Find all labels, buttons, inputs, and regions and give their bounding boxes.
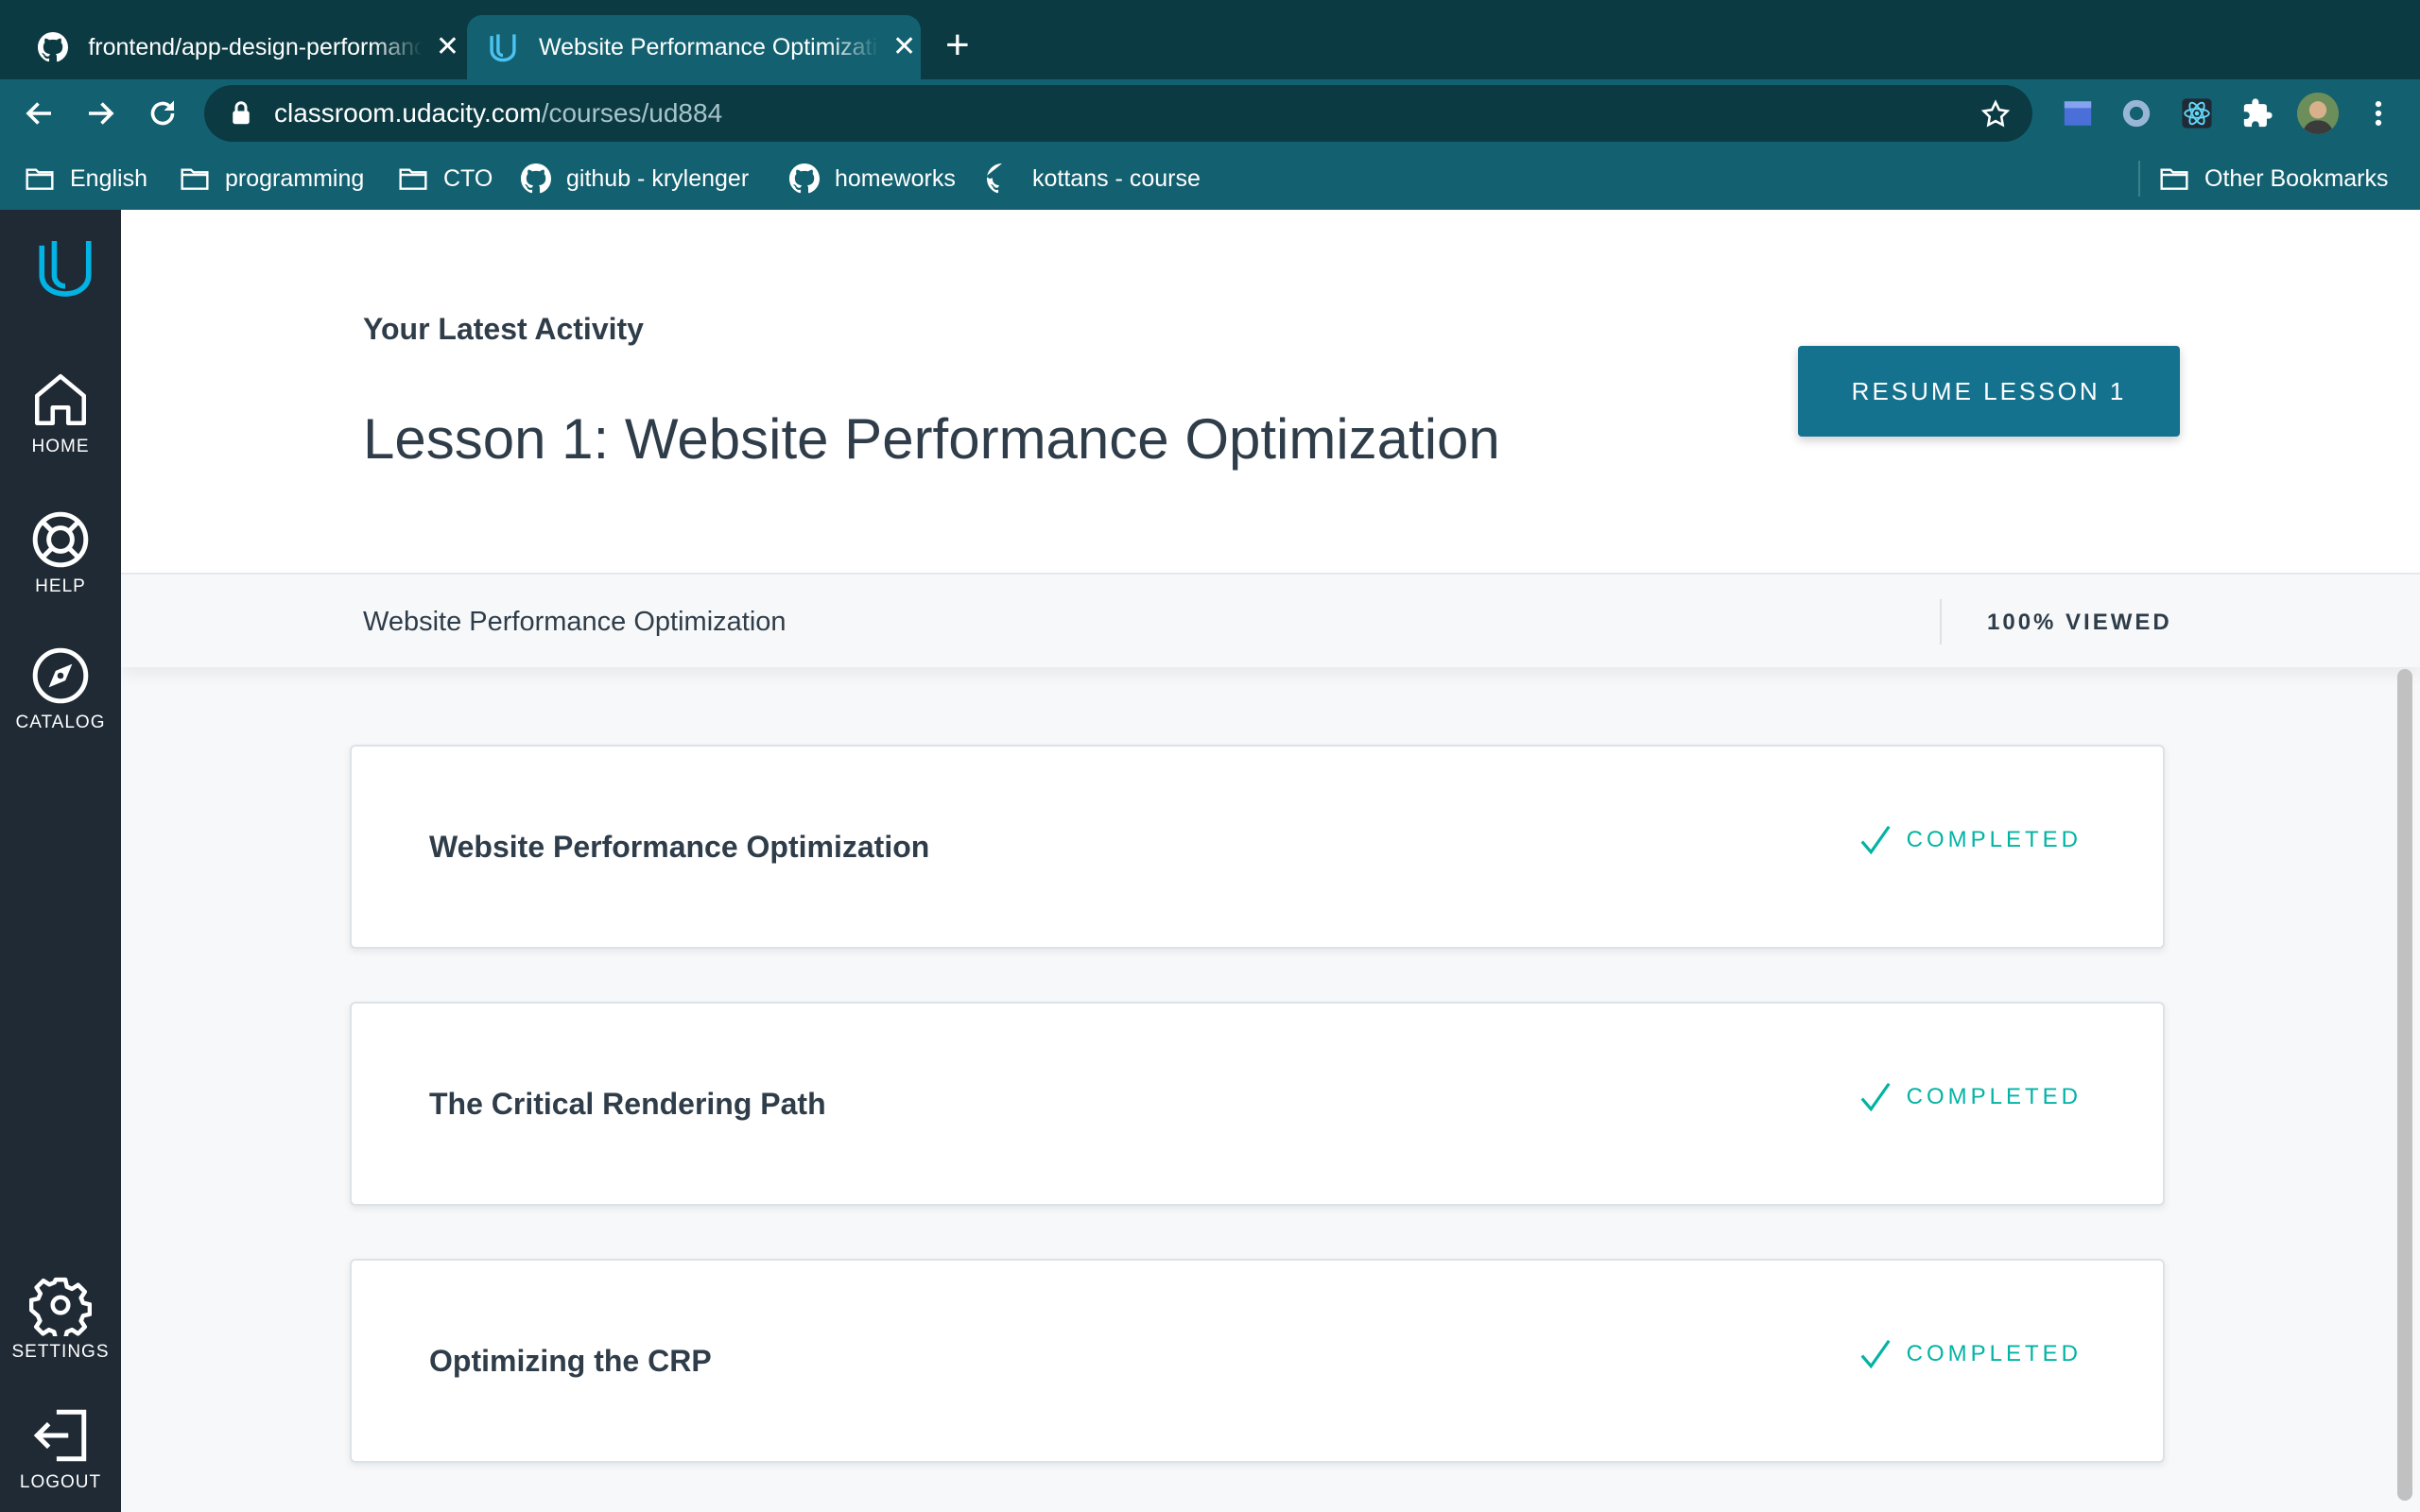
browser-tab-strip: frontend/app-design-performance ✕ Websit… <box>0 0 2420 79</box>
forward-arrow-icon[interactable] <box>79 93 121 134</box>
concept-card[interactable]: The Critical Rendering Path COMPLETED <box>350 1002 2165 1206</box>
lesson-page: Your Latest Activity Lesson 1: Website P… <box>121 210 2420 1512</box>
browser-toolbar: classroom.udacity.com/courses/ud884 <box>0 79 2420 147</box>
sidebar-item-home[interactable]: HOME <box>0 369 121 457</box>
bookmarks-bar: English programming CTO github - kryleng… <box>0 147 2420 210</box>
sidebar-item-catalog[interactable]: CATALOG <box>0 644 121 733</box>
completed-status: COMPLETED <box>1858 1079 2082 1115</box>
profile-avatar[interactable] <box>2297 93 2339 134</box>
close-tab-icon[interactable]: ✕ <box>892 33 916 61</box>
github-icon <box>789 163 820 194</box>
bookmark-label: English <box>70 164 147 192</box>
viewed-progress-label: 100% VIEWED <box>1987 610 2172 635</box>
latest-activity-label: Your Latest Activity <box>363 312 644 346</box>
tab-title: Website Performance Optimization <box>539 33 879 60</box>
sidebar-label: SETTINGS <box>11 1342 110 1362</box>
status-label: COMPLETED <box>1906 1341 2082 1366</box>
browser-tab-udacity[interactable]: Website Performance Optimization ✕ <box>467 15 921 79</box>
extension-blue-icon[interactable] <box>2059 94 2097 132</box>
tab-title: frontend/app-design-performance <box>88 33 423 60</box>
concept-card[interactable]: Website Performance Optimization COMPLET… <box>350 745 2165 949</box>
compass-icon <box>32 647 89 704</box>
lesson-title: Lesson 1: Website Performance Optimizati… <box>363 407 1500 471</box>
lesson-subheader: Website Performance Optimization 100% VI… <box>121 573 2420 667</box>
checkmark-icon <box>1860 1339 1891 1369</box>
folder-icon <box>180 163 210 194</box>
extensions-puzzle-icon[interactable] <box>2238 94 2276 132</box>
react-devtools-icon[interactable] <box>2178 94 2216 132</box>
checkmark-icon <box>1860 1082 1891 1112</box>
help-lifebuoy-icon <box>32 511 89 568</box>
sidebar-label: HELP <box>35 576 86 596</box>
github-icon <box>987 163 1017 194</box>
bookmark-label: kottans - course <box>1032 164 1201 192</box>
folder-icon <box>2159 163 2189 194</box>
status-label: COMPLETED <box>1906 1084 2082 1109</box>
status-label: COMPLETED <box>1906 827 2082 852</box>
concept-title: Website Performance Optimization <box>429 830 930 864</box>
bookmark-label: homeworks <box>835 164 956 192</box>
bookmark-programming[interactable]: programming <box>180 147 364 210</box>
folder-icon <box>398 163 428 194</box>
extension-circle-icon[interactable] <box>2118 94 2155 132</box>
url-path: /courses/ud884 <box>541 98 723 128</box>
page-scrollbar[interactable] <box>2397 669 2412 1501</box>
sidebar-label: HOME <box>31 437 90 456</box>
home-icon <box>34 373 87 426</box>
bookmark-cto[interactable]: CTO <box>398 147 493 210</box>
udacity-icon <box>486 30 520 64</box>
bookmark-kottans-course[interactable]: kottans - course <box>987 147 1201 210</box>
address-bar[interactable]: classroom.udacity.com/courses/ud884 <box>204 85 2032 142</box>
other-bookmarks-label: Other Bookmarks <box>2204 164 2389 192</box>
bookmark-label: github - krylenger <box>566 164 750 192</box>
sidebar-item-help[interactable]: HELP <box>0 508 121 597</box>
github-icon <box>36 30 69 64</box>
bookmark-star-icon[interactable] <box>1979 98 2012 130</box>
github-icon <box>521 163 551 194</box>
url-host: classroom.udacity.com <box>274 98 542 128</box>
folder-icon <box>25 163 55 194</box>
classroom-sidebar: HOME HELP CATALOG SETTINGS LOGOUT <box>0 210 121 1512</box>
sidebar-label: LOGOUT <box>19 1472 102 1492</box>
concept-title: Optimizing the CRP <box>429 1344 712 1378</box>
bookmark-homeworks[interactable]: homeworks <box>789 147 956 210</box>
bookmark-github-krylenger[interactable]: github - krylenger <box>521 147 749 210</box>
new-tab-plus-icon[interactable]: + <box>945 25 970 66</box>
checkmark-icon <box>1860 825 1891 855</box>
browser-tab-github[interactable]: frontend/app-design-performance ✕ <box>23 15 459 79</box>
bookmarks-divider <box>2138 161 2140 197</box>
completed-status: COMPLETED <box>1858 1336 2082 1372</box>
reload-icon[interactable] <box>142 93 183 134</box>
resume-lesson-button[interactable]: RESUME LESSON 1 <box>1798 346 2180 437</box>
browser-menu-icon[interactable] <box>2360 94 2397 132</box>
lesson-subheader-title: Website Performance Optimization <box>363 607 786 637</box>
gear-icon <box>29 1277 92 1336</box>
sidebar-item-settings[interactable]: SETTINGS <box>0 1274 121 1363</box>
bookmark-english[interactable]: English <box>25 147 147 210</box>
logout-icon <box>33 1409 87 1462</box>
lock-icon <box>233 101 250 125</box>
concept-title: The Critical Rendering Path <box>429 1087 826 1121</box>
udacity-logo[interactable] <box>34 236 96 299</box>
close-tab-icon[interactable]: ✕ <box>436 33 459 61</box>
other-bookmarks[interactable]: Other Bookmarks <box>2159 147 2389 210</box>
subheader-divider <box>1940 599 1942 644</box>
completed-status: COMPLETED <box>1858 822 2082 858</box>
sidebar-label: CATALOG <box>15 713 106 732</box>
bookmark-label: programming <box>225 164 365 192</box>
back-arrow-icon[interactable] <box>19 93 60 134</box>
sidebar-item-logout[interactable]: LOGOUT <box>0 1404 121 1493</box>
bookmark-label: CTO <box>443 164 493 192</box>
concept-card[interactable]: Optimizing the CRP COMPLETED <box>350 1259 2165 1463</box>
latest-activity-panel: Your Latest Activity Lesson 1: Website P… <box>121 210 2420 573</box>
